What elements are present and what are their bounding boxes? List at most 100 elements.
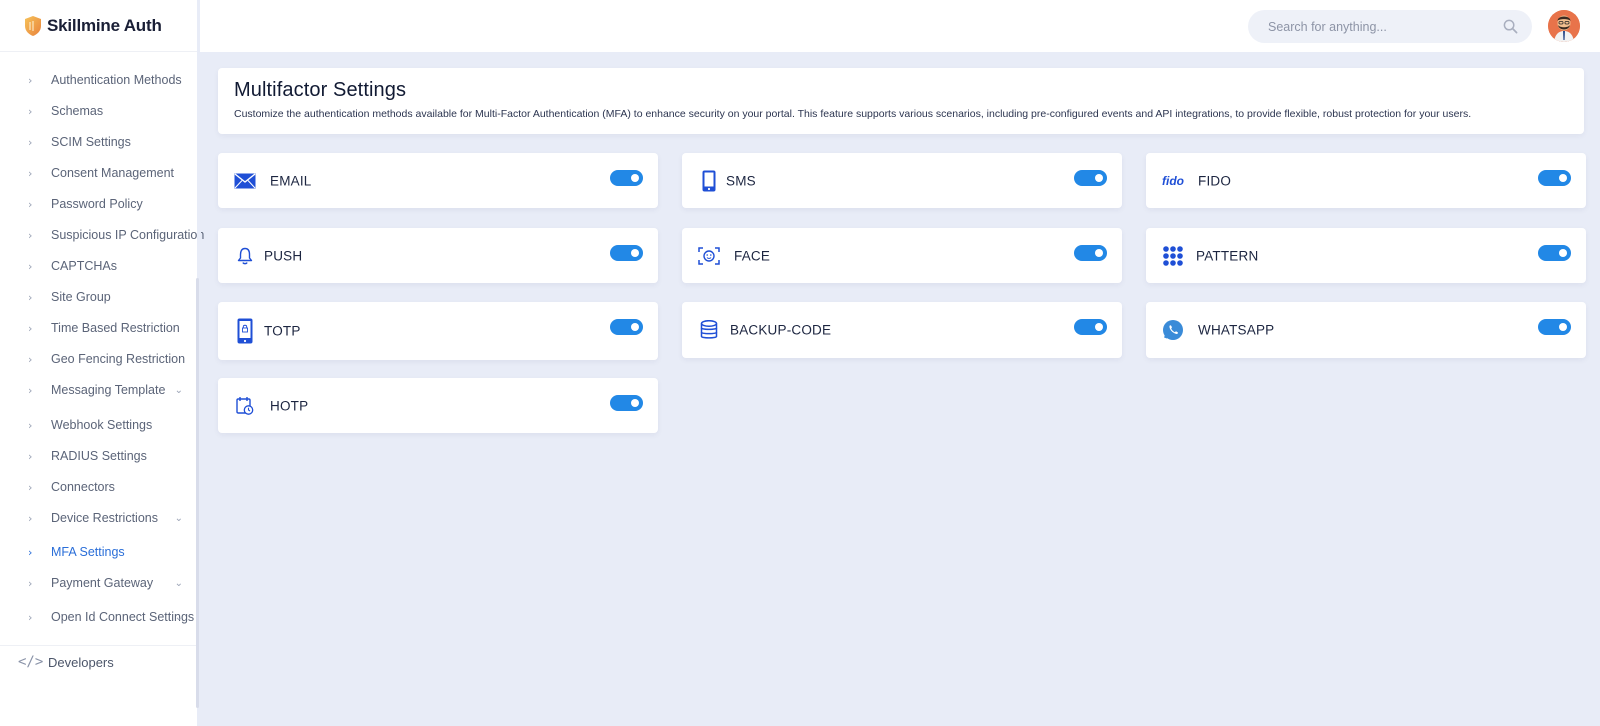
mfa-card-face: FACE: [682, 228, 1122, 283]
sidebar-item-label: Site Group: [51, 290, 111, 304]
mfa-card-pattern: PATTERN: [1146, 228, 1586, 283]
chevron-right-icon: ›: [28, 321, 33, 335]
chevron-right-icon: ›: [28, 166, 33, 180]
chevron-right-icon: ›: [28, 418, 33, 432]
mfa-card-backup-code: BACKUP-CODE: [682, 302, 1122, 358]
chevron-right-icon: ›: [28, 383, 33, 397]
search-input[interactable]: [1268, 19, 1498, 34]
mfa-card-push: PUSH: [218, 228, 658, 283]
sidebar-item-webhook-settings[interactable]: › Webhook Settings: [0, 410, 197, 440]
sidebar-item-time-based-restriction[interactable]: › Time Based Restriction: [0, 313, 197, 343]
pattern-toggle[interactable]: [1538, 245, 1571, 261]
search-box: [1248, 10, 1532, 43]
database-icon: [698, 319, 720, 341]
brand-name: Skillmine Auth: [47, 15, 162, 35]
sidebar-item-payment-gateway[interactable]: › Payment Gateway ⌄: [0, 568, 197, 598]
sidebar-item-label: Connectors: [51, 480, 115, 494]
mfa-card-fido: fido FIDO: [1146, 153, 1586, 208]
sidebar-item-open-id-connect-settings[interactable]: › Open Id Connect Settings ⌄: [0, 602, 197, 632]
brand[interactable]: Skillmine Auth: [0, 0, 197, 52]
chevron-down-icon: ⌄: [174, 611, 183, 623]
mfa-method-label: EMAIL: [270, 173, 312, 188]
sidebar-scrollbar-thumb[interactable]: [196, 278, 199, 708]
sidebar-item-label: RADIUS Settings: [51, 449, 147, 463]
page-title: Multifactor Settings: [234, 79, 407, 101]
email-toggle[interactable]: [610, 170, 643, 186]
sidebar-item-label: Time Based Restriction: [51, 321, 180, 335]
chevron-right-icon: ›: [28, 480, 33, 494]
bell-icon: [234, 245, 256, 267]
sidebar-item-device-restrictions[interactable]: › Device Restrictions ⌄: [0, 503, 197, 533]
face-toggle[interactable]: [1074, 245, 1107, 261]
mfa-method-label: BACKUP-CODE: [730, 322, 832, 338]
sidebar-item-schemas[interactable]: › Schemas: [0, 96, 197, 126]
sidebar-item-label: Geo Fencing Restriction: [51, 352, 186, 366]
sidebar-item-messaging-template[interactable]: › Messaging Template ⌄: [0, 375, 197, 405]
sidebar-item-consent-management[interactable]: › Consent Management: [0, 158, 197, 188]
mfa-method-label: PATTERN: [1196, 248, 1259, 263]
mfa-card-hotp: HOTP: [218, 378, 658, 433]
mfa-card-whatsapp: WHATSAPP: [1146, 302, 1586, 358]
shield-logo-icon: [25, 15, 41, 36]
calendar-clock-icon: [234, 395, 256, 417]
sidebar-item-connectors[interactable]: › Connectors: [0, 472, 197, 502]
sidebar-item-label: Open Id Connect Settings: [51, 610, 195, 624]
chevron-right-icon: ›: [28, 135, 33, 149]
sidebar-item-mfa-settings[interactable]: › MFA Settings: [0, 537, 197, 567]
sidebar-item-suspicious-ip-configuration[interactable]: › Suspicious IP Configuration: [0, 220, 204, 250]
totp-toggle[interactable]: [610, 319, 643, 335]
sidebar-item-geo-fencing-restriction[interactable]: › Geo Fencing Restriction: [0, 344, 197, 374]
mfa-method-label: SMS: [726, 173, 756, 188]
chevron-right-icon: ›: [28, 511, 33, 525]
chevron-right-icon: ›: [28, 610, 33, 624]
fido-logo-text: fido: [1162, 173, 1184, 188]
chevron-right-icon: ›: [28, 449, 33, 463]
fido-toggle[interactable]: [1538, 170, 1571, 186]
sidebar-item-label: Device Restrictions: [51, 511, 158, 525]
sidebar-item-label: Password Policy: [51, 197, 143, 211]
push-toggle[interactable]: [610, 245, 643, 261]
mfa-method-label: FIDO: [1198, 173, 1232, 188]
sidebar-item-label: Webhook Settings: [51, 418, 153, 432]
sidebar-item-scim-settings[interactable]: › SCIM Settings: [0, 127, 197, 157]
page-description: Customize the authentication methods ava…: [234, 108, 1472, 120]
sidebar-item-developers[interactable]: </> Developers: [18, 654, 114, 670]
sidebar-item-label: Authentication Methods: [51, 73, 182, 87]
face-scan-icon: [698, 245, 720, 267]
chevron-right-icon: ›: [28, 576, 33, 590]
chevron-right-icon: ›: [28, 197, 33, 211]
chevron-right-icon: ›: [28, 290, 33, 304]
sms-toggle[interactable]: [1074, 170, 1107, 186]
sidebar-item-site-group[interactable]: › Site Group: [0, 282, 197, 312]
chevron-right-icon: ›: [28, 104, 33, 118]
avatar[interactable]: [1548, 10, 1580, 42]
mfa-method-label: WHATSAPP: [1198, 322, 1275, 338]
chevron-down-icon: ⌄: [174, 384, 183, 396]
envelope-icon: [234, 170, 256, 192]
chevron-down-icon: ⌄: [174, 512, 183, 524]
chevron-right-icon: ›: [28, 259, 33, 273]
mobile-lock-icon: [234, 318, 256, 344]
sidebar-item-radius-settings[interactable]: › RADIUS Settings: [0, 441, 197, 471]
sidebar-item-label: Developers: [48, 654, 114, 670]
mfa-method-label: TOTP: [264, 323, 301, 339]
mfa-method-label: HOTP: [270, 398, 309, 413]
sidebar-item-label: MFA Settings: [51, 545, 125, 559]
hotp-toggle[interactable]: [610, 395, 643, 411]
mfa-card-sms: SMS: [682, 153, 1122, 208]
sidebar-item-captchas[interactable]: › CAPTCHAs: [0, 251, 197, 281]
sidebar-item-password-policy[interactable]: › Password Policy: [0, 189, 197, 219]
chevron-right-icon: ›: [28, 352, 33, 366]
chevron-down-icon: ⌄: [174, 577, 183, 589]
whatsapp-toggle[interactable]: [1538, 319, 1571, 335]
sidebar-item-label: Schemas: [51, 104, 104, 118]
whatsapp-icon: [1162, 319, 1184, 341]
developers-section: </> Developers: [0, 645, 197, 726]
backup-code-toggle[interactable]: [1074, 319, 1107, 335]
code-icon: </>: [18, 654, 44, 670]
sidebar-item-label: SCIM Settings: [51, 135, 131, 149]
sidebar-item-authentication-methods[interactable]: › Authentication Methods: [0, 65, 197, 95]
sidebar: Skillmine Auth › Authentication Methods › S…: [0, 0, 204, 726]
search-icon[interactable]: [1503, 19, 1518, 34]
phone-icon: [698, 170, 720, 192]
